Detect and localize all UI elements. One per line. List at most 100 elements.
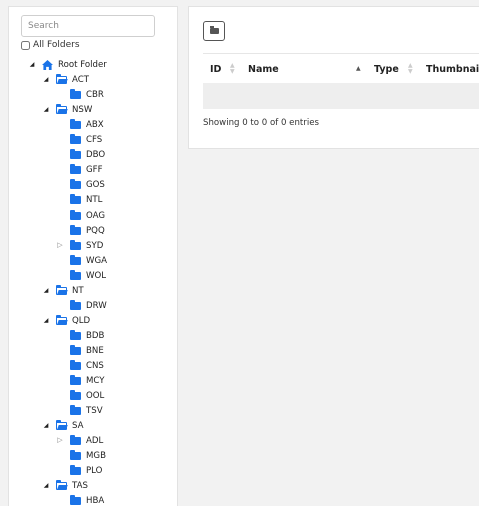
tree-node-label: QLD — [72, 315, 91, 326]
sort-icon: ▲ ▼ — [408, 62, 413, 75]
tree-node-syd[interactable]: SYD — [70, 238, 103, 253]
table-header: ID ▲ ▼ Name ▲ Type ▲ ▼ Thumbnail — [203, 53, 479, 85]
tree-node-label: WGA — [86, 255, 108, 266]
folder-icon — [70, 449, 81, 460]
column-id[interactable]: ID — [210, 54, 221, 84]
tree-node-label: NTL — [86, 194, 103, 205]
folder-icon — [70, 269, 81, 280]
tree-node-pqq[interactable]: PQQ — [70, 223, 105, 238]
folder-icon — [70, 299, 81, 310]
collapse-icon[interactable] — [42, 317, 50, 325]
tree-node-label: ABX — [86, 119, 104, 130]
tree-node-label: TSV — [86, 405, 103, 416]
search-input[interactable] — [21, 15, 155, 37]
tree-node-label: CFS — [86, 134, 103, 145]
tree-node-wga[interactable]: WGA — [70, 253, 107, 268]
tree-node-label: PQQ — [86, 225, 105, 236]
tree-node-label: NT — [72, 285, 84, 296]
tree-node-mgb[interactable]: MGB — [70, 448, 106, 463]
tree-node-label: ACT — [72, 74, 89, 85]
tree-node-label: PLO — [86, 465, 103, 476]
tree-node-abx[interactable]: ABX — [70, 117, 104, 132]
folder-icon — [70, 359, 81, 370]
collapse-icon[interactable] — [42, 106, 50, 114]
all-folders-label: All Folders — [33, 40, 80, 50]
folder-icon — [70, 148, 81, 159]
tree-node-drw[interactable]: DRW — [70, 298, 107, 313]
tree-node-label: CNS — [86, 360, 104, 371]
tree-node-gos[interactable]: GOS — [70, 177, 105, 192]
tree-node-label: CBR — [86, 89, 104, 100]
tree-node-tsv[interactable]: TSV — [70, 403, 103, 418]
folder-icon — [70, 209, 81, 220]
folder-open-icon — [55, 314, 67, 325]
tree-node-nsw[interactable]: NSW — [55, 102, 93, 117]
tree-node-plo[interactable]: PLO — [70, 463, 102, 478]
tree-node-label: HBA — [86, 495, 105, 506]
tree-node-root-folder[interactable]: Root Folder — [42, 57, 107, 72]
tree-node-wol[interactable]: WOL — [70, 268, 106, 283]
tree-node-label: GOS — [86, 179, 105, 190]
column-thumbnail[interactable]: Thumbnail — [426, 54, 479, 84]
folder-icon — [209, 26, 219, 34]
new-folder-button[interactable] — [203, 21, 225, 41]
collapse-icon[interactable] — [42, 287, 50, 295]
folder-open-icon — [55, 419, 67, 430]
folder-open-icon — [55, 73, 67, 84]
folder-icon — [70, 494, 81, 505]
tree-node-dbo[interactable]: DBO — [70, 147, 105, 162]
all-folders-checkbox-input[interactable] — [21, 40, 30, 50]
tree-node-cns[interactable]: CNS — [70, 358, 104, 373]
tree-node-adl[interactable]: ADL — [70, 433, 103, 448]
folder-icon — [70, 88, 81, 99]
folder-icon — [70, 404, 81, 415]
collapse-icon[interactable] — [42, 482, 50, 490]
table-info: Showing 0 to 0 of 0 entries — [203, 118, 319, 128]
tree-node-act[interactable]: ACT — [55, 72, 89, 87]
collapse-icon[interactable] — [28, 61, 36, 69]
folder-open-icon — [55, 284, 67, 295]
tree-node-sa[interactable]: SA — [55, 418, 84, 433]
tree-node-cfs[interactable]: CFS — [70, 132, 102, 147]
folder-icon — [70, 344, 81, 355]
file-list-panel: ID ▲ ▼ Name ▲ Type ▲ ▼ Thumbnail Showing 0… — [188, 6, 479, 149]
tree-node-label: SYD — [86, 240, 104, 251]
collapse-icon[interactable] — [42, 76, 50, 84]
tree-node-label: WOL — [86, 270, 107, 281]
expand-icon[interactable] — [56, 437, 64, 445]
tree-node-mcy[interactable]: MCY — [70, 373, 105, 388]
tree-node-label: NSW — [72, 104, 93, 115]
home-icon — [42, 59, 53, 70]
tree-node-bne[interactable]: BNE — [70, 343, 104, 358]
folder-icon — [70, 178, 81, 189]
tree-node-tas[interactable]: TAS — [55, 478, 88, 493]
all-folders-checkbox[interactable]: All Folders — [21, 39, 80, 51]
tree-node-label: OAG — [86, 210, 106, 221]
tree-node-bdb[interactable]: BDB — [70, 328, 104, 343]
folder-icon — [70, 118, 81, 129]
tree-node-qld[interactable]: QLD — [55, 313, 91, 328]
folder-icon — [70, 434, 81, 445]
folder-icon — [70, 193, 81, 204]
folder-icon — [70, 464, 81, 475]
sort-asc-icon: ▲ — [356, 65, 361, 72]
folder-icon — [70, 133, 81, 144]
folder-icon — [70, 163, 81, 174]
tree-node-label: OOL — [86, 390, 105, 401]
collapse-icon[interactable] — [42, 422, 50, 430]
expand-icon[interactable] — [56, 242, 64, 250]
tree-node-label: DRW — [86, 300, 107, 311]
tree-node-label: SA — [72, 420, 84, 431]
tree-node-gff[interactable]: GFF — [70, 162, 103, 177]
tree-node-oag[interactable]: OAG — [70, 208, 105, 223]
tree-node-label: Root Folder — [58, 59, 107, 70]
column-type[interactable]: Type — [374, 54, 399, 84]
tree-node-ntl[interactable]: NTL — [70, 192, 102, 207]
folder-icon — [70, 254, 81, 265]
tree-node-cbr[interactable]: CBR — [70, 87, 104, 102]
folder-icon — [70, 239, 81, 250]
tree-node-nt[interactable]: NT — [55, 283, 84, 298]
folder-icon — [70, 329, 81, 340]
tree-node-ool[interactable]: OOL — [70, 388, 104, 403]
column-name[interactable]: Name — [248, 54, 279, 84]
